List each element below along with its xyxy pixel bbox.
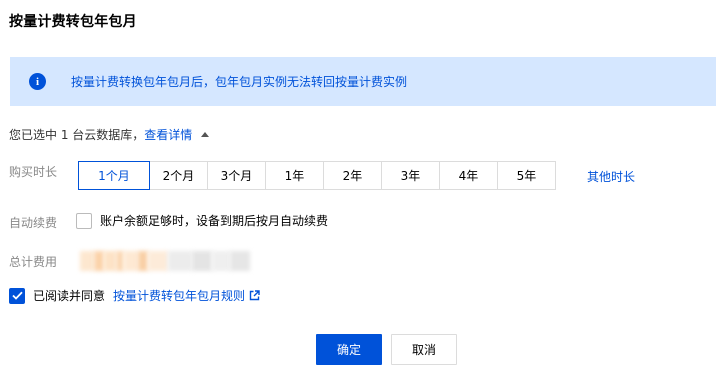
dialog-title: 按量计费转包年包月 — [9, 14, 137, 30]
duration-option-3-months[interactable]: 3个月 — [207, 161, 266, 190]
total-cost-value-redacted — [80, 251, 250, 271]
total-cost-label: 总计费用 — [9, 255, 58, 269]
duration-selector: 1个月 2个月 3个月 1年 2年 3年 4年 5年 — [78, 161, 556, 190]
auto-renew-checkbox[interactable] — [76, 212, 92, 229]
duration-option-3-years[interactable]: 3年 — [381, 161, 440, 190]
cancel-button[interactable]: 取消 — [391, 334, 457, 365]
auto-renew-row: 账户余额足够时，设备到期后按月自动续费 — [76, 212, 328, 229]
caret-up-icon[interactable] — [201, 132, 210, 137]
agreement-text: 已阅读并同意 — [33, 289, 106, 303]
notice-banner: i 按量计费转换包年包月后，包年包月实例无法转回按量计费实例 — [10, 57, 716, 106]
view-details-link[interactable]: 查看详情 — [144, 126, 192, 143]
purchase-duration-label: 购买时长 — [9, 165, 58, 179]
other-duration-link[interactable]: 其他时长 — [587, 168, 635, 185]
auto-renew-label: 自动续费 — [9, 216, 58, 230]
selection-text: 您已选中 1 台云数据库， — [9, 128, 145, 142]
notice-text: 按量计费转换包年包月后，包年包月实例无法转回按量计费实例 — [71, 75, 408, 89]
duration-option-5-years[interactable]: 5年 — [497, 161, 556, 190]
checkmark-icon — [11, 291, 23, 300]
duration-option-1-year[interactable]: 1年 — [265, 161, 324, 190]
duration-option-2-months[interactable]: 2个月 — [149, 161, 208, 190]
auto-renew-text: 账户余额足够时，设备到期后按月自动续费 — [100, 214, 329, 228]
duration-option-1-month[interactable]: 1个月 — [78, 161, 150, 190]
duration-option-2-years[interactable]: 2年 — [323, 161, 382, 190]
confirm-button[interactable]: 确定 — [316, 334, 382, 365]
agreement-row: 已阅读并同意 按量计费转包年包月规则 — [9, 287, 260, 304]
agreement-rules-link[interactable]: 按量计费转包年包月规则 — [113, 287, 245, 304]
agreement-checkbox[interactable] — [9, 287, 25, 304]
duration-option-4-years[interactable]: 4年 — [439, 161, 498, 190]
selection-summary: 您已选中 1 台云数据库， 查看详情 — [9, 126, 210, 143]
info-icon: i — [29, 73, 46, 90]
external-link-icon[interactable] — [249, 290, 260, 301]
